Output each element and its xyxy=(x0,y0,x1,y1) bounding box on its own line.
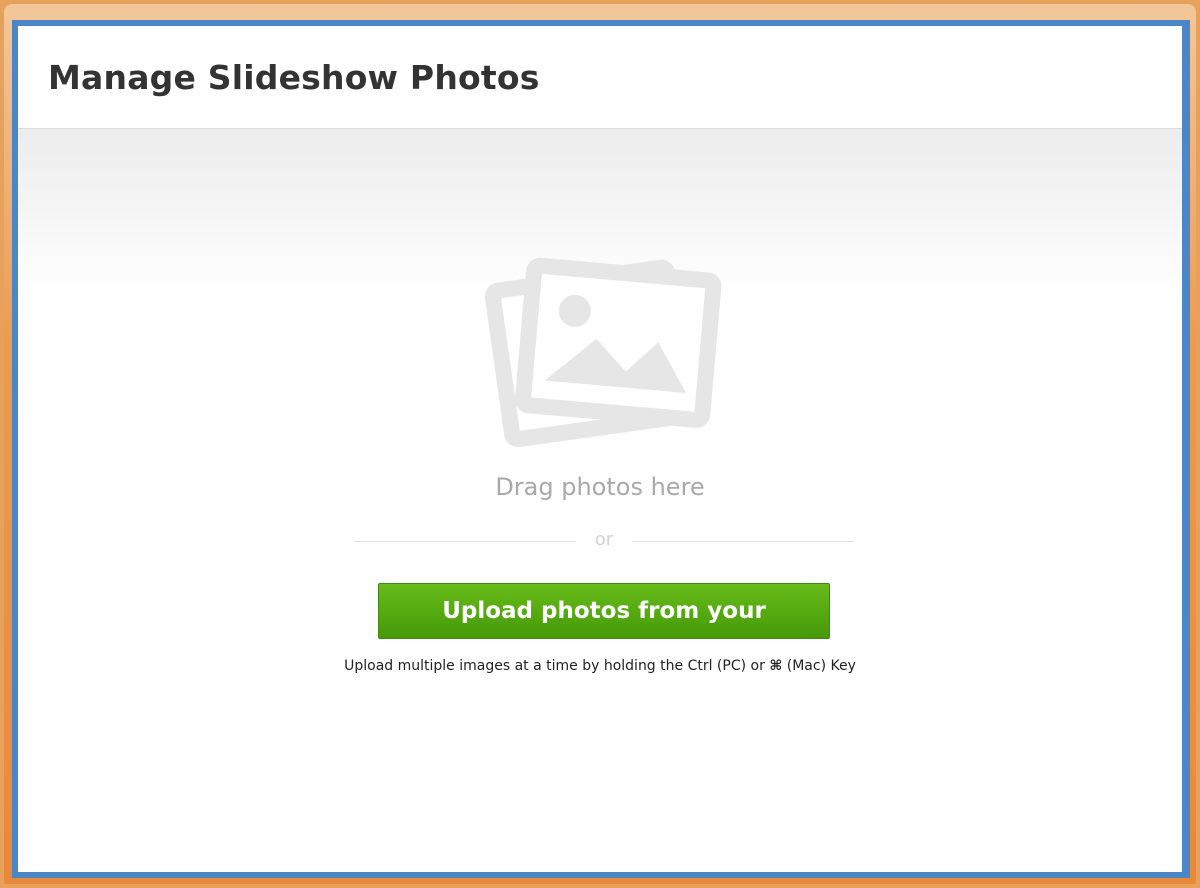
command-key-icon: ⌘ xyxy=(769,658,783,674)
divider-line-right xyxy=(632,541,854,542)
manage-photos-dialog: Manage Slideshow Photos Drag photos here… xyxy=(12,20,1190,878)
dialog-body: Drag photos here or Upload photos from y… xyxy=(18,129,1182,872)
upload-photos-button[interactable]: Upload photos from your computer xyxy=(378,583,830,678)
upload-hint-suffix: (Mac) Key xyxy=(786,658,856,674)
dialog-header: Manage Slideshow Photos xyxy=(18,26,1182,129)
or-label: or xyxy=(594,529,614,550)
or-divider: or xyxy=(354,529,854,553)
window-frame: Manage Slideshow Photos Drag photos here… xyxy=(0,0,1200,888)
upload-hint-prefix: Upload multiple images at a time by hold… xyxy=(344,658,765,674)
drag-photos-text: Drag photos here xyxy=(495,473,705,501)
upload-hint: Upload multiple images at a time by hold… xyxy=(18,658,1182,674)
dialog-title: Manage Slideshow Photos xyxy=(48,58,540,97)
photos-icon xyxy=(484,257,722,447)
photo-drop-zone[interactable]: Drag photos here or Upload photos from y… xyxy=(18,129,1182,872)
